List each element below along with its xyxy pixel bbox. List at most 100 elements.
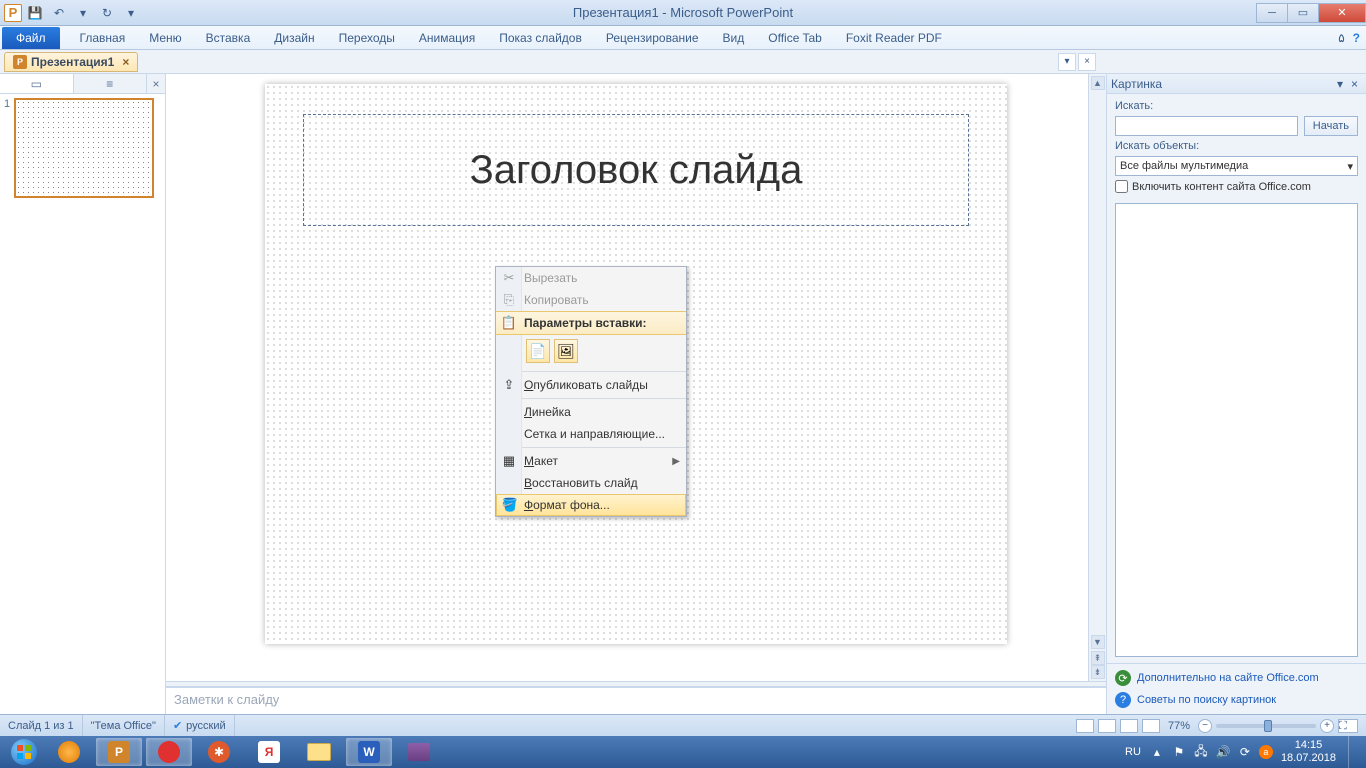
help-button[interactable]: ?: [1353, 31, 1360, 45]
maximize-button[interactable]: ▭: [1287, 3, 1319, 23]
objects-select[interactable]: Все файлы мультимедиа ▾: [1115, 156, 1358, 176]
search-tips-link[interactable]: ? Советы по поиску картинок: [1115, 692, 1358, 708]
taskpane-dropdown[interactable]: ▾: [1333, 77, 1347, 91]
reading-view-button[interactable]: [1120, 719, 1138, 733]
zoom-percent[interactable]: 77%: [1168, 720, 1190, 732]
taskbar-app-1[interactable]: [46, 738, 92, 766]
taskbar-app-4[interactable]: ✱: [196, 738, 242, 766]
taskbar-winrar[interactable]: [396, 738, 442, 766]
ribbon-tab-review[interactable]: Рецензирование: [594, 27, 711, 49]
taskbar-date: 18.07.2018: [1281, 752, 1336, 765]
window-title: Презентация1 - Microsoft PowerPoint: [573, 5, 793, 20]
ctx-paste-options-header: 📋 Параметры вставки:: [496, 311, 686, 335]
taskbar-explorer[interactable]: [296, 738, 342, 766]
paste-picture[interactable]: 🖼: [554, 339, 578, 363]
prev-slide-button[interactable]: ⇞: [1091, 651, 1105, 665]
ctx-format-background[interactable]: 🪣 Формат фона...: [496, 494, 686, 516]
tray-flag-icon[interactable]: ⚑: [1171, 744, 1187, 760]
zoom-slider[interactable]: [1216, 724, 1316, 728]
document-tab-close[interactable]: ×: [122, 55, 129, 69]
slide-thumb-preview[interactable]: [14, 98, 154, 198]
clipart-taskpane: Картинка ▾ × Искать: Начать Искать объек…: [1106, 74, 1366, 714]
include-office-checkbox[interactable]: Включить контент сайта Office.com: [1115, 180, 1358, 193]
scroll-up-button[interactable]: ▲: [1091, 76, 1105, 90]
tray-avast-icon[interactable]: a: [1259, 745, 1273, 759]
ribbon-tab-insert[interactable]: Вставка: [194, 27, 263, 49]
include-office-input[interactable]: [1115, 180, 1128, 193]
ctx-grid-guides[interactable]: Сетка и направляющие...: [496, 423, 686, 445]
ribbon-tab-home[interactable]: Главная: [68, 27, 138, 49]
taskbar-yandex[interactable]: Я: [246, 738, 292, 766]
thumb-panel-close[interactable]: ×: [147, 74, 165, 93]
document-icon: P: [13, 55, 27, 69]
vertical-scrollbar[interactable]: ▲ ▼ ⇞ ⇟: [1088, 74, 1106, 681]
scroll-down-button[interactable]: ▼: [1091, 635, 1105, 649]
slideshow-view-button[interactable]: [1142, 719, 1160, 733]
tray-show-hidden-icon[interactable]: ▴: [1149, 744, 1165, 760]
taskpane-close[interactable]: ×: [1347, 77, 1362, 91]
start-button[interactable]: [4, 737, 44, 767]
ctx-reset-slide[interactable]: Восстановить слайд: [496, 472, 686, 494]
qat-customize-dropdown[interactable]: ▾: [120, 3, 142, 23]
ribbon-tab-officetab[interactable]: Office Tab: [756, 27, 834, 49]
taskbar-powerpoint[interactable]: P: [96, 738, 142, 766]
ribbon-tab-foxit[interactable]: Foxit Reader PDF: [834, 27, 954, 49]
taskbar-opera[interactable]: [146, 738, 192, 766]
next-slide-button[interactable]: ⇟: [1091, 665, 1105, 679]
qat-undo-button[interactable]: ↶: [48, 3, 70, 23]
ribbon: Файл Главная Меню Вставка Дизайн Переход…: [0, 26, 1366, 50]
ctx-ruler[interactable]: Линейка: [496, 401, 686, 423]
zoom-slider-thumb[interactable]: [1264, 720, 1272, 732]
ribbon-tab-view[interactable]: Вид: [711, 27, 757, 49]
paste-options-row: 📄 🖼: [496, 335, 686, 369]
office-more-link[interactable]: ⟳ Дополнительно на сайте Office.com: [1115, 670, 1358, 686]
show-desktop-button[interactable]: [1348, 736, 1358, 768]
zoom-out-button[interactable]: −: [1198, 719, 1212, 733]
results-list[interactable]: [1115, 203, 1358, 657]
paste-keep-formatting[interactable]: 📄: [526, 339, 550, 363]
slides-tab[interactable]: ▭: [0, 74, 74, 93]
close-button[interactable]: ✕: [1318, 3, 1366, 23]
fit-to-window-button[interactable]: ⛶: [1338, 719, 1358, 733]
tray-network-icon[interactable]: 🖧: [1193, 744, 1209, 760]
document-tab[interactable]: P Презентация1 ×: [4, 52, 138, 72]
ribbon-tab-design[interactable]: Дизайн: [262, 27, 326, 49]
thumbnail-panel: ▭ ≡ × 1: [0, 74, 166, 714]
tray-volume-icon[interactable]: 🔊: [1215, 744, 1231, 760]
search-button[interactable]: Начать: [1304, 116, 1358, 136]
zoom-in-button[interactable]: +: [1320, 719, 1334, 733]
doc-tab-close-all[interactable]: ×: [1078, 53, 1096, 71]
normal-view-button[interactable]: [1076, 719, 1094, 733]
status-theme[interactable]: "Тема Office": [83, 715, 165, 736]
statusbar: Слайд 1 из 1 "Тема Office" ✔ русский 77%…: [0, 714, 1366, 736]
file-tab[interactable]: Файл: [2, 27, 60, 49]
slide-thumbnail-1[interactable]: 1: [4, 98, 161, 198]
outline-tab[interactable]: ≡: [74, 74, 148, 93]
spellcheck-icon: ✔: [173, 719, 182, 732]
slide-title-placeholder[interactable]: Заголовок слайда: [303, 114, 969, 226]
taskbar-language[interactable]: RU: [1125, 746, 1141, 758]
chevron-right-icon: ▶: [672, 456, 680, 467]
ctx-publish-slides[interactable]: ⇪ ООпубликовать слайдыпубликовать слайды: [496, 374, 686, 396]
minimize-button[interactable]: ─: [1256, 3, 1288, 23]
notes-pane[interactable]: Заметки к слайду: [166, 686, 1106, 714]
status-language[interactable]: ✔ русский: [165, 715, 235, 736]
doc-tab-dropdown[interactable]: ▾: [1058, 53, 1076, 71]
tray-sync-icon[interactable]: ⟳: [1237, 744, 1253, 760]
ribbon-minimize-button[interactable]: ۵: [1338, 31, 1344, 45]
chevron-down-icon: ▾: [1347, 160, 1353, 173]
ribbon-tab-menu[interactable]: Меню: [137, 27, 193, 49]
qat-save-button[interactable]: 💾: [24, 3, 46, 23]
taskbar-clock[interactable]: 14:15 18.07.2018: [1281, 739, 1336, 765]
ribbon-tab-animation[interactable]: Анимация: [407, 27, 487, 49]
search-input[interactable]: [1115, 116, 1298, 136]
search-label: Искать:: [1115, 100, 1358, 112]
status-slide-count[interactable]: Слайд 1 из 1: [0, 715, 83, 736]
ribbon-tab-slideshow[interactable]: Показ слайдов: [487, 27, 594, 49]
qat-redo-button[interactable]: ↻: [96, 3, 118, 23]
ctx-layout[interactable]: ▦ Макет ▶: [496, 450, 686, 472]
taskbar-word[interactable]: W: [346, 738, 392, 766]
ribbon-tab-transitions[interactable]: Переходы: [327, 27, 407, 49]
qat-undo-dropdown[interactable]: ▾: [72, 3, 94, 23]
sorter-view-button[interactable]: [1098, 719, 1116, 733]
